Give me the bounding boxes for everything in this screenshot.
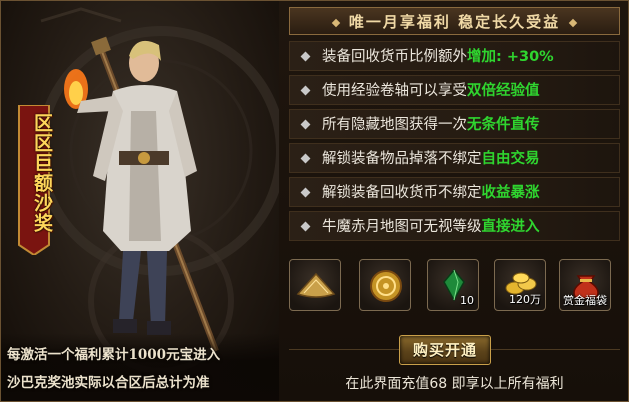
benefit-row: 所有隐藏地图获得一次无条件直传: [289, 109, 620, 139]
benefit-highlight: 双倍经验值: [467, 83, 540, 99]
diamond-bullet-icon: [300, 187, 311, 198]
diamond-ornament-icon: [568, 18, 578, 28]
benefits-panel: 唯一月享福利 稳定长久受益 装备回收货币比例额外增加: +30% 使用经验卷轴可…: [279, 1, 628, 401]
reward-items: 10 120万 赏金福袋: [289, 259, 620, 317]
monthly-benefit-panel: 区区巨额沙奖 每激活一个福利累计1000元宝进入 沙巴克奖池实际以合区后总计为准…: [0, 0, 629, 402]
benefit-row: 使用经验卷轴可以享受双倍经验值: [289, 75, 620, 105]
benefit-highlight: 直接进入: [481, 219, 540, 235]
benefit-text: 解锁装备物品掉落不绑定: [322, 151, 482, 167]
reward-slot-bag[interactable]: 赏金福袋: [559, 259, 611, 311]
benefit-row: 解锁装备物品掉落不绑定自由交易: [289, 143, 620, 173]
diamond-bullet-icon: [300, 85, 311, 96]
benefit-text: 解锁装备回收货币不绑定: [322, 185, 482, 201]
benefit-text: 装备回收货币比例额外: [322, 49, 467, 65]
hat-icon: [296, 272, 336, 298]
vertical-banner-text: 区区巨额沙奖: [31, 113, 53, 233]
item-quantity: 120万: [509, 293, 541, 306]
diamond-ornament-icon: [331, 18, 341, 28]
reward-slot-gold[interactable]: 120万: [494, 259, 546, 311]
benefit-row: 解锁装备回收货币不绑定收益暴涨: [289, 177, 620, 207]
item-quantity: 10: [460, 294, 474, 307]
benefits-title-bar: 唯一月享福利 稳定长久受益: [289, 7, 620, 35]
reward-slot-hat[interactable]: [289, 259, 341, 311]
benefit-highlight: 自由交易: [481, 151, 540, 167]
benefit-text: 使用经验卷轴可以享受: [322, 83, 467, 99]
reward-slot-medal[interactable]: [359, 259, 411, 311]
promo-text-line-1: 每激活一个福利累计1000元宝进入: [7, 347, 221, 363]
reward-slot-gem[interactable]: 10: [427, 259, 479, 311]
buy-activate-button[interactable]: 购买开通: [399, 335, 491, 365]
benefit-highlight: 增加: +30%: [467, 49, 554, 65]
benefit-row: 牛魔赤月地图可无视等级直接进入: [289, 211, 620, 241]
item-label: 赏金福袋: [563, 294, 607, 307]
footer-note: 在此界面充值68 即享以上所有福利: [345, 376, 564, 392]
benefit-highlight: 收益暴涨: [481, 185, 540, 201]
benefit-highlight: 无条件直传: [467, 117, 540, 133]
benefit-row: 装备回收货币比例额外增加: +30%: [289, 41, 620, 71]
diamond-bullet-icon: [300, 153, 311, 164]
benefits-title: 唯一月享福利 稳定长久受益: [348, 13, 561, 31]
benefits-list: 装备回收货币比例额外增加: +30% 使用经验卷轴可以享受双倍经验值 所有隐藏地…: [289, 41, 620, 245]
benefit-text: 所有隐藏地图获得一次: [322, 117, 467, 133]
character-art-panel: 区区巨额沙奖 每激活一个福利累计1000元宝进入 沙巴克奖池实际以合区后总计为准: [1, 1, 279, 401]
promo-text-line-2: 沙巴克奖池实际以合区后总计为准: [7, 375, 210, 391]
diamond-bullet-icon: [300, 119, 311, 130]
benefit-text: 牛魔赤月地图可无视等级: [322, 219, 482, 235]
diamond-bullet-icon: [300, 51, 311, 62]
gold-medal-icon: [370, 270, 402, 302]
diamond-bullet-icon: [300, 221, 311, 232]
